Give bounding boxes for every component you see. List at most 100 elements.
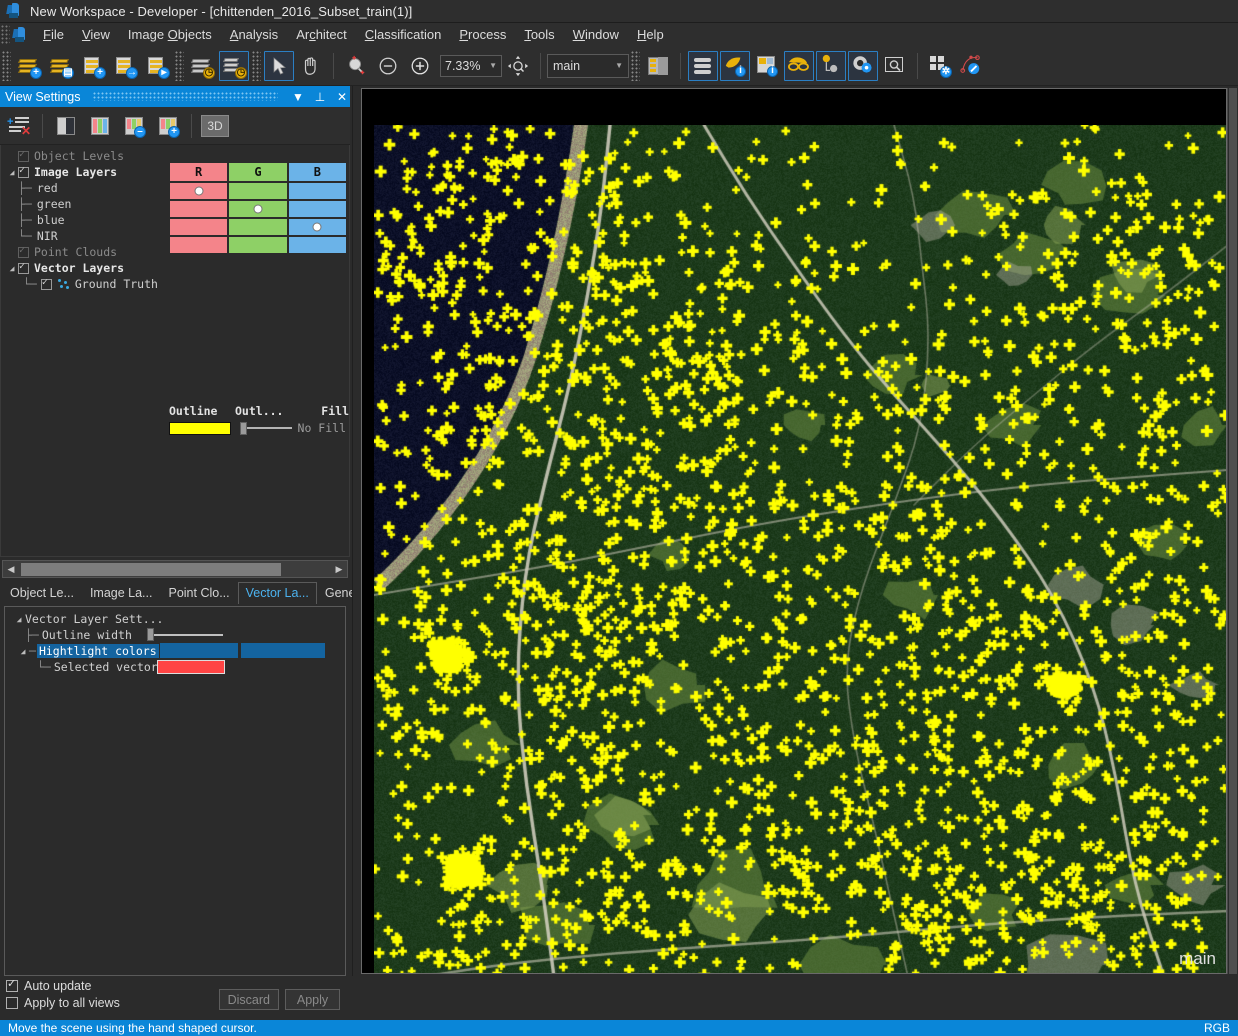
panel-menu-icon[interactable]: ▼	[290, 90, 306, 104]
settings-highlight-colors-row[interactable]: ◢ ─ Hightlight colors	[5, 643, 345, 659]
menu-analysis[interactable]: Analysis	[221, 24, 287, 45]
rgb-cell-green-r[interactable]	[169, 200, 228, 218]
view-vertical-scrollbar[interactable]	[1227, 88, 1238, 974]
pixel-view-icon[interactable]	[816, 51, 846, 81]
pan-hand-tool-icon[interactable]	[296, 51, 326, 81]
rgb-cell-red-g[interactable]	[228, 182, 287, 200]
vector-layers-expander-icon[interactable]: ◢	[6, 264, 18, 273]
zoom-in-icon[interactable]	[405, 51, 435, 81]
settings-outline-width-slider[interactable]	[143, 628, 223, 642]
save-project-icon[interactable]: ▤	[46, 51, 76, 81]
scroll-thumb[interactable]	[21, 563, 281, 576]
layer-list-icon[interactable]	[688, 51, 718, 81]
view-settings-info-icon[interactable]: i	[720, 51, 750, 81]
menu-help[interactable]: Help	[628, 24, 673, 45]
add-image-layer-icon[interactable]: +	[78, 51, 108, 81]
tree-horizontal-scrollbar[interactable]: ◀ ▶	[2, 560, 348, 578]
create-new-project-icon[interactable]: +	[14, 51, 44, 81]
image-info-icon[interactable]: i	[752, 51, 782, 81]
active-view-combobox[interactable]: main ▼	[547, 54, 629, 78]
menu-image-objects[interactable]: Image Objects	[119, 24, 221, 45]
toolbar-grip-3[interactable]	[252, 51, 261, 81]
tree-item-ground-truth[interactable]: └─ Ground Truth	[1, 276, 349, 292]
rgb-cell-nir-b[interactable]	[288, 236, 347, 254]
view-scroll-thumb[interactable]	[1229, 88, 1237, 974]
edit-vector-icon[interactable]	[957, 51, 987, 81]
toolbar-grip-2[interactable]	[175, 51, 184, 81]
close-panel-icon[interactable]: ✕	[334, 90, 350, 104]
layer-history-icon[interactable]: ◷	[187, 51, 217, 81]
scroll-left-arrow-icon[interactable]: ◀	[3, 564, 19, 575]
zoom-out-icon[interactable]	[373, 51, 403, 81]
scroll-right-arrow-icon[interactable]: ▶	[331, 564, 347, 575]
settings-root-expander-icon[interactable]: ◢	[13, 615, 25, 624]
open-folder-layer-icon[interactable]: ▸	[142, 51, 172, 81]
three-d-view-button[interactable]: 3D	[199, 111, 231, 141]
view-options-icon[interactable]	[848, 51, 878, 81]
selected-vector-color-swatch[interactable]	[157, 660, 225, 674]
menu-classification[interactable]: Classification	[356, 24, 451, 45]
image-layers-checkbox[interactable]	[18, 167, 29, 178]
satellite-image-canvas[interactable]	[374, 125, 1227, 974]
tree-item-vector-layers[interactable]: ◢ Vector Layers	[1, 260, 349, 276]
rgb-cell-red-b[interactable]	[288, 182, 347, 200]
toolbar-grip-4[interactable]	[631, 51, 640, 81]
point-clouds-checkbox[interactable]	[18, 247, 29, 258]
add-layer-mix-icon[interactable]: +	[152, 111, 184, 141]
tab-point-clouds[interactable]: Point Clo...	[160, 582, 237, 604]
highlight-colors-value-cell-1[interactable]	[160, 643, 238, 658]
menubar-grip-handle[interactable]	[1, 25, 10, 45]
manage-classes-icon[interactable]: ✲	[925, 51, 955, 81]
object-levels-checkbox[interactable]	[18, 151, 29, 162]
image-viewport[interactable]: main	[361, 88, 1227, 974]
zoom-fit-icon[interactable]	[503, 51, 533, 81]
apply-button[interactable]: Apply	[285, 989, 340, 1010]
clear-view-settings-icon[interactable]: + ✕	[3, 111, 35, 141]
menu-window[interactable]: Window	[564, 24, 628, 45]
settings-outline-width-row[interactable]: ├─ Outline width	[5, 627, 345, 643]
grayscale-view-icon[interactable]	[50, 111, 82, 141]
import-image-icon[interactable]: →	[110, 51, 140, 81]
find-feature-icon[interactable]	[880, 51, 910, 81]
outline-width-slider[interactable]	[236, 421, 292, 435]
tab-vector-layers[interactable]: Vector La...	[238, 582, 317, 604]
rgb-cell-blue-r[interactable]	[169, 218, 228, 236]
menu-architect[interactable]: Architect	[287, 24, 356, 45]
rgb-cell-blue-g[interactable]	[228, 218, 287, 236]
panel-drag-handle[interactable]	[93, 92, 278, 101]
rgb-cell-nir-g[interactable]	[228, 236, 287, 254]
tab-image-layers[interactable]: Image La...	[82, 582, 161, 604]
settings-root-row[interactable]: ◢ Vector Layer Sett...	[5, 611, 345, 627]
menu-file[interactable]: File	[34, 24, 73, 45]
zoom-level-combobox[interactable]: 7.33% ▼	[440, 55, 502, 77]
menu-view[interactable]: View	[73, 24, 119, 45]
tab-object-levels[interactable]: Object Le...	[2, 582, 82, 604]
rgb-cell-green-g[interactable]	[228, 200, 287, 218]
fill-value[interactable]: No Fill	[292, 421, 346, 435]
scroll-track[interactable]	[19, 563, 331, 576]
rgb-cell-nir-r[interactable]	[169, 236, 228, 254]
toolbar-grip-1[interactable]	[2, 51, 11, 81]
rgb-cell-blue-b[interactable]	[288, 218, 347, 236]
menu-tools[interactable]: Tools	[515, 24, 563, 45]
process-history-icon[interactable]: ◷	[219, 51, 249, 81]
highlight-colors-expander-icon[interactable]: ◢	[17, 647, 29, 656]
highlight-colors-value-cell-2[interactable]	[241, 643, 325, 658]
auto-update-checkbox[interactable]	[6, 980, 18, 992]
menu-process[interactable]: Process	[450, 24, 515, 45]
rgb-view-icon[interactable]	[84, 111, 116, 141]
image-layers-expander-icon[interactable]: ◢	[6, 168, 18, 177]
settings-selected-vector-row[interactable]: └─ Selected vector	[5, 659, 345, 675]
vector-layers-checkbox[interactable]	[18, 263, 29, 274]
apply-to-all-views-checkbox[interactable]	[6, 997, 18, 1009]
split-view-icon[interactable]	[643, 51, 673, 81]
discard-button[interactable]: Discard	[219, 989, 279, 1010]
rgb-cell-green-b[interactable]	[288, 200, 347, 218]
outline-color-swatch[interactable]	[169, 422, 231, 435]
remove-layer-mix-icon[interactable]: –	[118, 111, 150, 141]
show-outlines-icon[interactable]	[784, 51, 814, 81]
pin-panel-icon[interactable]: ⊥	[312, 90, 328, 104]
pointer-tool-icon[interactable]	[264, 51, 294, 81]
ground-truth-checkbox[interactable]	[41, 279, 52, 290]
rgb-cell-red-r[interactable]	[169, 182, 228, 200]
